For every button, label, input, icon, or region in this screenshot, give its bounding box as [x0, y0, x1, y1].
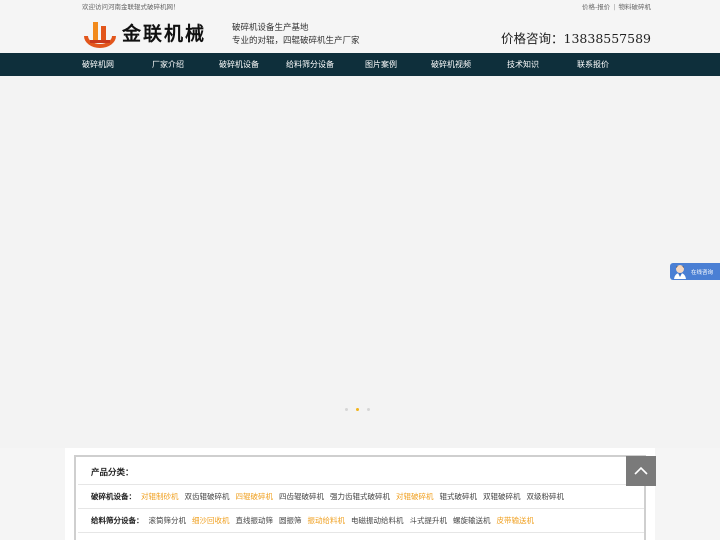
- material-crusher-link[interactable]: 物料破碎机: [619, 3, 652, 11]
- banner-slider[interactable]: [0, 76, 720, 448]
- price-link[interactable]: 价格-报价: [582, 3, 610, 11]
- product-link[interactable]: 辊式破碎机: [440, 492, 478, 501]
- product-category-section: 产品分类： 破碎机设备： 对辊制砂机 双齿辊破碎机 四辊破碎机 四齿辊破碎机 强力齿辊式破…: [65, 448, 655, 540]
- price-phone: 价格咨询：13838557589: [501, 31, 651, 46]
- nav-item-videos[interactable]: 破碎机视频: [431, 53, 471, 76]
- product-link[interactable]: 振动给料机: [308, 516, 346, 525]
- divider: [78, 484, 644, 485]
- feeding-screening-row: 给料筛分设备： 滚筒筛分机 细沙回收机 直线振动筛 圆振筛 振动给料机 电磁振动给料机 斗式提…: [91, 515, 540, 526]
- nav-item-feeding-screening[interactable]: 给料筛分设备: [286, 53, 334, 76]
- slogan-line-2: 专业的对辊，四辊破碎机生产厂家: [232, 36, 360, 46]
- nav-item-crushers[interactable]: 破碎机设备: [219, 53, 259, 76]
- slider-dot[interactable]: [367, 408, 370, 411]
- slogan-line-1: 破碎机设备生产基地: [232, 23, 309, 33]
- divider: [78, 532, 644, 533]
- product-link[interactable]: 四辊破碎机: [236, 492, 274, 501]
- product-link[interactable]: 对辊破碎机: [396, 492, 434, 501]
- main-nav: 破碎机网 厂家介绍 破碎机设备 给料筛分设备 图片案例 破碎机视频 技术知识 联…: [0, 53, 720, 76]
- top-links: 价格-报价 | 物料破碎机: [582, 1, 651, 11]
- product-link[interactable]: 滚筒筛分机: [149, 516, 187, 525]
- nav-item-about[interactable]: 厂家介绍: [152, 53, 184, 76]
- chat-label: 在线咨询: [691, 270, 714, 276]
- product-link[interactable]: 电磁振动给料机: [351, 516, 404, 525]
- slogan: 破碎机设备生产基地 专业的对辊，四辊破碎机生产厂家: [232, 22, 360, 48]
- crusher-row: 破碎机设备： 对辊制砂机 双齿辊破碎机 四辊破碎机 四齿辊破碎机 强力齿辊式破碎机 对辊破碎…: [91, 491, 570, 502]
- header: 金联机械 破碎机设备生产基地 专业的对辊，四辊破碎机生产厂家 价格咨询：1383…: [0, 11, 720, 53]
- product-category-title: 产品分类：: [91, 468, 134, 478]
- online-chat-button[interactable]: 在线咨询: [670, 263, 720, 280]
- product-link[interactable]: 强力齿辊式破碎机: [330, 492, 390, 501]
- product-link[interactable]: 皮带输送机: [497, 516, 535, 525]
- product-link[interactable]: 圆振筛: [279, 516, 302, 525]
- back-to-top-button[interactable]: [626, 456, 656, 486]
- nav-item-cases[interactable]: 图片案例: [365, 53, 397, 76]
- product-link[interactable]: 双级粉碎机: [527, 492, 565, 501]
- product-link[interactable]: 四齿辊破碎机: [279, 492, 324, 501]
- logo-icon: [84, 22, 116, 48]
- slider-dot[interactable]: [345, 408, 348, 411]
- product-link[interactable]: 双辊破碎机: [483, 492, 521, 501]
- divider: [78, 508, 644, 509]
- top-bar: 欢迎访问河南金联辊式破碎机网！ 价格-报价 | 物料破碎机: [0, 0, 720, 11]
- product-category-box: 产品分类： 破碎机设备： 对辊制砂机 双齿辊破碎机 四辊破碎机 四齿辊破碎机 强力齿辊式破…: [74, 455, 646, 540]
- nav-item-home[interactable]: 破碎机网: [82, 53, 114, 76]
- nav-item-knowledge[interactable]: 技术知识: [507, 53, 539, 76]
- logo[interactable]: 金联机械: [82, 20, 222, 48]
- row-category-label: 给料筛分设备：: [91, 516, 144, 525]
- product-link[interactable]: 对辊制砂机: [141, 492, 179, 501]
- product-link[interactable]: 直线振动筛: [236, 516, 274, 525]
- product-link[interactable]: 细沙回收机: [192, 516, 230, 525]
- product-link[interactable]: 斗式提升机: [410, 516, 448, 525]
- product-link[interactable]: 双齿辊破碎机: [185, 492, 230, 501]
- welcome-text: 欢迎访问河南金联辊式破碎机网！: [82, 3, 180, 11]
- product-link[interactable]: 螺旋输送机: [453, 516, 491, 525]
- row-category-label: 破碎机设备：: [91, 492, 136, 501]
- chevron-up-icon: [634, 466, 648, 475]
- slider-dot-active[interactable]: [356, 408, 359, 411]
- nav-item-contact[interactable]: 联系报价: [577, 53, 609, 76]
- agent-avatar-icon: [674, 265, 686, 279]
- logo-text: 金联机械: [122, 23, 207, 45]
- link-separator: |: [613, 3, 616, 11]
